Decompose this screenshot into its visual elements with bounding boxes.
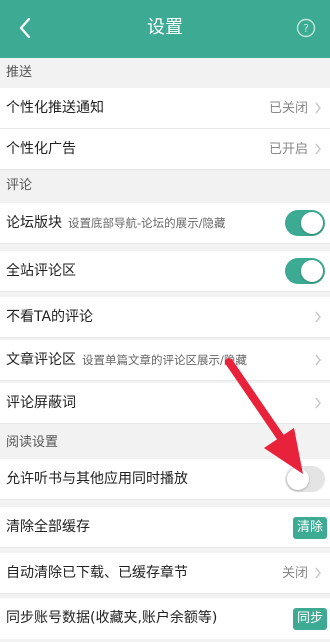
row-label: 评论屏蔽词 <box>6 395 76 411</box>
row-article-comments[interactable]: 文章评论区 设置单篇文章的评论区展示/隐藏 <box>0 340 330 381</box>
row-forum: 论坛版块 设置底部导航-论坛的展示/隐藏 <box>0 203 330 244</box>
top-bar: 设置 ? <box>0 0 330 58</box>
row-label: 个性化广告 <box>6 141 76 157</box>
row-block-words[interactable]: 评论屏蔽词 <box>0 383 330 424</box>
row-clear-cache: 清除全部缓存 清除 <box>0 507 330 548</box>
section-header-reading: 阅读设置 <box>0 428 330 458</box>
row-label: 自动清除已下载、已缓存章节 <box>6 565 188 581</box>
chevron-right-icon <box>315 397 321 409</box>
row-label: 清除全部缓存 <box>6 519 90 535</box>
page-title: 设置 <box>147 17 183 38</box>
forum-toggle[interactable] <box>285 210 325 236</box>
section-header-comment: 评论 <box>0 171 330 201</box>
sync-button[interactable]: 同步 <box>292 608 327 630</box>
row-label: 个性化推送通知 <box>6 100 104 116</box>
row-personal-push[interactable]: 个性化推送通知 已关闭 <box>0 88 330 129</box>
row-label-group: 论坛版块 设置底部导航-论坛的展示/隐藏 <box>6 203 226 244</box>
row-description: 设置底部导航-论坛的展示/隐藏 <box>68 216 226 230</box>
question-circle-icon[interactable]: ? <box>296 18 316 38</box>
concurrent-audio-toggle[interactable] <box>285 466 325 492</box>
toggle-knob <box>287 468 309 490</box>
row-description: 设置单篇文章的评论区展示/隐藏 <box>82 353 247 367</box>
row-label: 不看TA的评论 <box>6 309 94 325</box>
row-label: 文章评论区 <box>6 352 76 368</box>
chevron-right-icon <box>315 102 321 114</box>
row-sync: 同步账号数据(收藏夹,账户余额等) 同步 <box>0 598 330 639</box>
row-concurrent-audio: 允许听书与其他应用同时播放 <box>0 459 330 500</box>
row-value: 已开启 <box>268 142 308 157</box>
chevron-right-icon <box>315 143 321 155</box>
svg-text:?: ? <box>303 22 309 35</box>
row-hide-ta-comments[interactable]: 不看TA的评论 <box>0 297 330 338</box>
row-label: 同步账号数据(收藏夹,账户余额等) <box>6 610 218 626</box>
row-personal-ads[interactable]: 个性化广告 已开启 <box>0 129 330 170</box>
row-label-group: 文章评论区 设置单篇文章的评论区展示/隐藏 <box>6 340 247 381</box>
row-value: 已关闭 <box>268 101 308 116</box>
clear-button[interactable]: 清除 <box>292 517 327 539</box>
toggle-knob <box>301 212 323 234</box>
site-comments-toggle[interactable] <box>285 258 325 284</box>
row-site-comments: 全站评论区 <box>0 251 330 292</box>
chevron-right-icon <box>315 311 321 323</box>
section-header-push: 推送 <box>0 58 330 88</box>
toggle-knob <box>301 260 323 282</box>
chevron-right-icon <box>315 354 321 366</box>
row-label: 论坛版块 <box>6 215 62 231</box>
row-value: 关闭 <box>281 566 308 581</box>
chevron-right-icon <box>315 567 321 579</box>
row-label: 全站评论区 <box>6 263 76 279</box>
row-auto-clear[interactable]: 自动清除已下载、已缓存章节 关闭 <box>0 553 330 594</box>
row-label: 允许听书与其他应用同时播放 <box>6 471 188 487</box>
